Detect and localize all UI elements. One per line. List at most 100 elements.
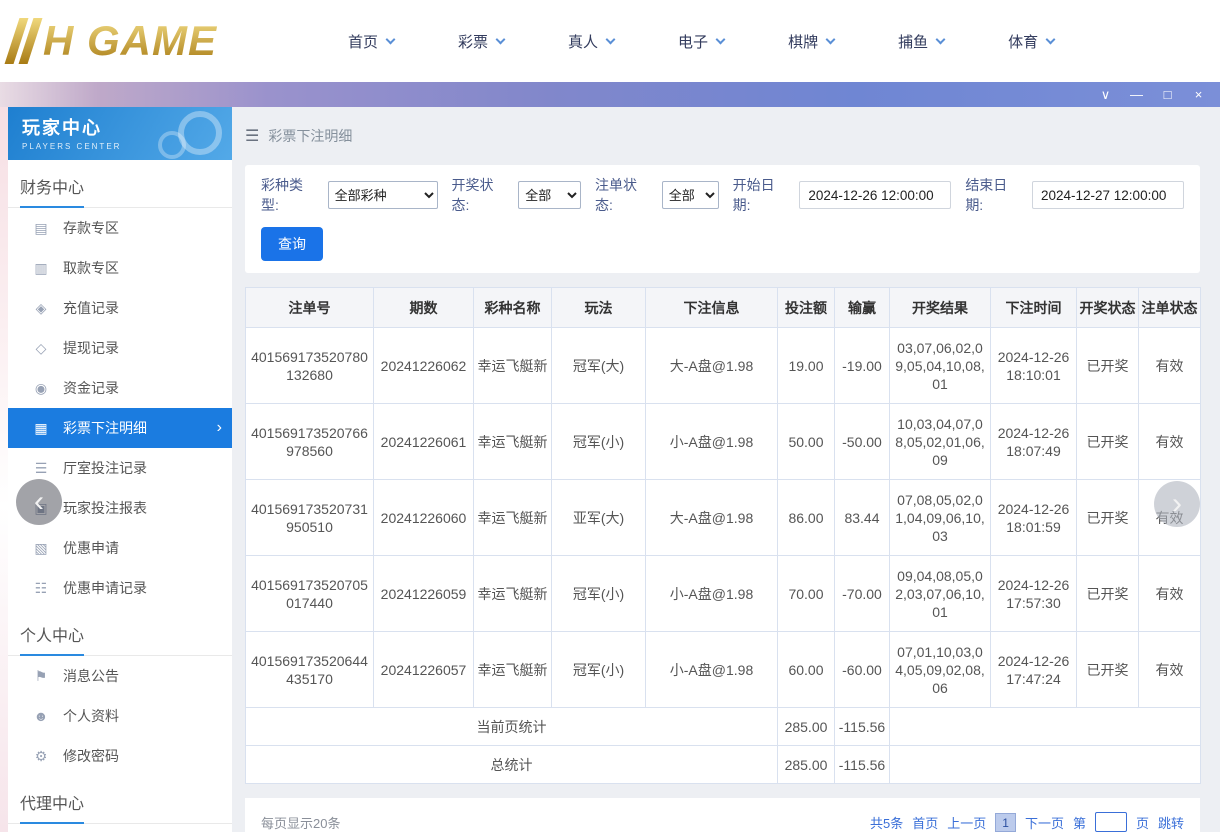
total-count: 共5条 [869, 815, 904, 831]
column-header: 玩法 [551, 287, 646, 328]
decorative-circles-icon [158, 111, 222, 159]
sidebar-item[interactable]: ◈ 充值记录 [8, 288, 232, 328]
sidebar-section-title: 个人中心 [8, 608, 232, 656]
summary-cell: 总统计 [245, 745, 778, 784]
table-cell: 小-A盘@1.98 [645, 631, 778, 708]
sidebar-item[interactable]: ☷ 优惠申请记录 [8, 568, 232, 608]
draw-status-select[interactable]: 全部 [518, 181, 582, 209]
table-cell: 亚军(大) [551, 479, 646, 556]
sidebar-item[interactable]: ▥ 取款专区 [8, 248, 232, 288]
table-cell: 已开奖 [1076, 479, 1139, 556]
window-chevron-icon[interactable]: ∨ [1090, 82, 1121, 107]
table-cell: 冠军(小) [551, 555, 646, 632]
jump-page-input[interactable] [1094, 812, 1127, 832]
sidebar-item-label: 修改密码 [63, 748, 119, 764]
end-date-input[interactable] [1031, 181, 1184, 209]
nav-item[interactable]: 棋牌 [788, 31, 836, 52]
table-cell: 小-A盘@1.98 [645, 555, 778, 632]
sidebar-item-label: 优惠申请记录 [63, 580, 147, 596]
table-cell: 70.00 [777, 555, 835, 632]
summary-cell: -115.56 [834, 745, 890, 784]
window-close-button[interactable]: × [1183, 82, 1214, 107]
chevron-down-icon [495, 34, 506, 44]
background-strip [0, 107, 8, 832]
next-page-link[interactable]: 下一页 [1025, 813, 1064, 832]
promo-record-icon: ☷ [34, 579, 48, 596]
window-minimize-button[interactable]: — [1121, 82, 1152, 107]
table-cell: 大-A盘@1.98 [645, 327, 778, 404]
deposit-icon: ▤ [34, 219, 48, 236]
nav-item[interactable]: 体育 [1008, 31, 1056, 52]
nav-item[interactable]: 真人 [568, 31, 616, 52]
table-cell: 大-A盘@1.98 [645, 479, 778, 556]
app-window: 玩家中心 PLAYERS CENTER 财务中心 ▤ 存款专区 ▥ 取款专区 ◈ 充值记录 ◇… [0, 107, 1220, 832]
chevron-right-icon: › [216, 419, 222, 436]
sidebar-item-label: 存款专区 [63, 220, 119, 236]
page-size-text: 每页显示20条 [261, 815, 341, 831]
window-maximize-button[interactable]: □ [1152, 82, 1183, 107]
table-cell: 20241226062 [373, 327, 474, 404]
pagination-bar: 每页显示20条 共5条 首页 上一页 1 下一页 第 页 跳转 [245, 798, 1200, 832]
site-logo[interactable]: H GAME [0, 17, 300, 65]
sidebar-item[interactable]: ⚑ 消息公告 [8, 656, 232, 696]
nav-item-label: 真人 [568, 33, 599, 51]
chevron-down-icon [1045, 34, 1056, 44]
breadcrumb: ☰ 彩票下注明细 [245, 107, 1200, 165]
next-arrow-button[interactable]: › [1154, 481, 1200, 527]
table-header-row: 注单号 期数 彩种名称 玩法 下注信息 投注额 输赢 开奖结果 下注时间 开奖状态 注单状态 [245, 287, 1201, 328]
search-button[interactable]: 查询 [261, 227, 323, 261]
lottery-type-select[interactable]: 全部彩种 [327, 181, 438, 209]
sidebar-section-title: 财务中心 [8, 160, 232, 208]
sidebar-item[interactable]: ▦ 彩票下注明细 › [8, 408, 232, 448]
table-cell: 401569173520766978560 [245, 403, 374, 480]
withdraw-icon: ▥ [34, 259, 48, 276]
order-status-select[interactable]: 全部 [661, 181, 719, 209]
sidebar-item[interactable]: ◉ 资金记录 [8, 368, 232, 408]
table-cell: 401569173520780132680 [245, 327, 374, 404]
filter-panel: 彩种类型: 全部彩种 开奖状态: 全部 注单状态: 全部 开始日期: 结束日期:… [245, 165, 1200, 273]
menu-icon[interactable]: ☰ [245, 126, 259, 146]
main-nav: 首页 彩票 真人 电子 棋牌 捕鱼 体育 [348, 31, 1056, 52]
sidebar-item[interactable]: ☻ 个人资料 [8, 696, 232, 736]
bet-detail-table-card: 注单号 期数 彩种名称 玩法 下注信息 投注额 输赢 开奖结果 下注时间 开奖状态 注单状态 401… [245, 287, 1201, 784]
summary-cell: -115.56 [834, 707, 890, 746]
sidebar: 玩家中心 PLAYERS CENTER 财务中心 ▤ 存款专区 ▥ 取款专区 ◈ 充值记录 ◇… [8, 107, 232, 832]
summary-cell: 285.00 [777, 745, 835, 784]
nav-item[interactable]: 彩票 [458, 31, 506, 52]
table-cell: -50.00 [834, 403, 890, 480]
page-title: 彩票下注明细 [268, 128, 353, 144]
column-header: 开奖结果 [889, 287, 991, 328]
table-cell: 有效 [1138, 403, 1201, 480]
prev-arrow-button[interactable]: ‹ [16, 479, 62, 525]
jump-suffix-label: 页 [1135, 815, 1149, 831]
nav-item-label: 体育 [1008, 33, 1039, 51]
column-header: 输赢 [834, 287, 890, 328]
sidebar-item-label: 取款专区 [63, 260, 119, 276]
prev-page-link[interactable]: 上一页 [947, 813, 986, 832]
sidebar-item[interactable]: ⚙ 修改密码 [8, 736, 232, 776]
first-page-link[interactable]: 首页 [912, 813, 938, 832]
table-cell: 50.00 [777, 403, 835, 480]
funds-record-icon: ◉ [34, 379, 48, 396]
sidebar-item[interactable]: ▤ 存款专区 [8, 208, 232, 248]
logo-text: H GAME [43, 17, 217, 64]
table-row: 401569173520780132680 20241226062 幸运飞艇新 冠军(… [245, 327, 1201, 404]
table-cell: 冠军(小) [551, 403, 646, 480]
table-cell: 幸运飞艇新 [473, 555, 552, 632]
start-date-input[interactable] [799, 181, 952, 209]
jump-button[interactable]: 跳转 [1158, 813, 1184, 832]
sidebar-item[interactable]: ◇ 提现记录 [8, 328, 232, 368]
sidebar-item-label: 提现记录 [63, 340, 119, 356]
sidebar-item[interactable]: ▧ 优惠申请 [8, 528, 232, 568]
table-cell: 401569173520731950510 [245, 479, 374, 556]
nav-item[interactable]: 首页 [348, 31, 396, 52]
sidebar-section-title: 代理中心 [8, 776, 232, 824]
withdrawal-record-icon: ◇ [35, 339, 47, 356]
nav-item[interactable]: 捕鱼 [898, 31, 946, 52]
table-cell: 10,03,04,07,08,05,02,01,06,09 [889, 403, 991, 480]
nav-item[interactable]: 电子 [678, 31, 726, 52]
jump-prefix-label: 第 [1072, 815, 1086, 831]
table-cell: 冠军(小) [551, 631, 646, 708]
current-page-button[interactable]: 1 [995, 812, 1016, 832]
summary-cell [889, 707, 1201, 746]
